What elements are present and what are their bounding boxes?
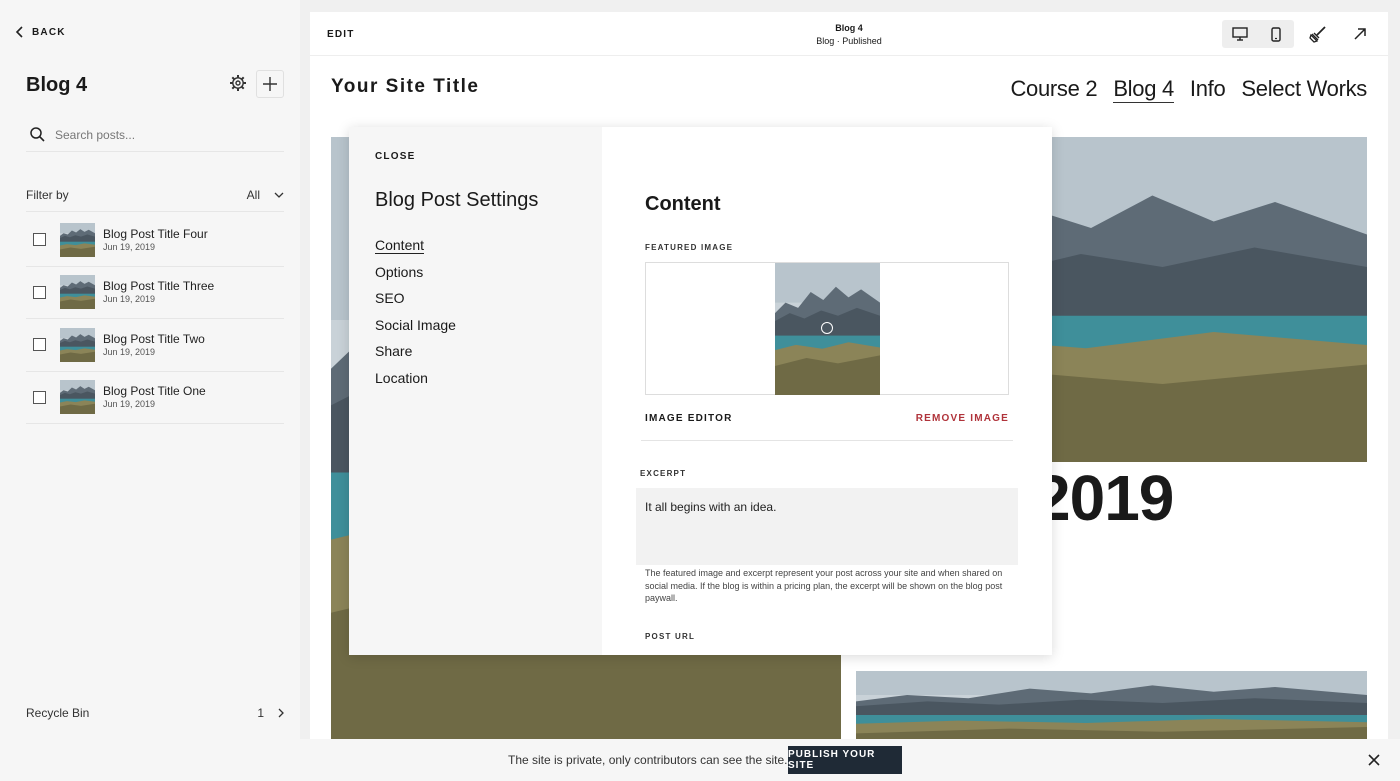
site-nav-info[interactable]: Info xyxy=(1190,76,1226,103)
settings-tab-label: SEO xyxy=(375,290,405,307)
filter-value: All xyxy=(246,187,260,202)
chevron-left-icon xyxy=(15,26,23,38)
device-toggle xyxy=(1222,20,1294,48)
remove-image-button[interactable]: REMOVE IMAGE xyxy=(916,413,1009,424)
back-label: BACK xyxy=(32,26,66,38)
focal-point-handle[interactable] xyxy=(821,322,833,334)
post-checkbox[interactable] xyxy=(33,338,46,352)
mobile-view-button[interactable] xyxy=(1258,20,1294,48)
add-post-button[interactable] xyxy=(256,70,284,98)
post-date: Jun 19, 2019 xyxy=(103,346,156,357)
excerpt-label: EXCERPT xyxy=(640,469,687,478)
mobile-icon xyxy=(1271,26,1281,42)
gear-icon[interactable] xyxy=(229,74,247,92)
post-title: Blog Post Title Three xyxy=(103,279,215,294)
content-panel: Content FEATURED IMAGE IMAGE EDITOR REMO… xyxy=(602,127,1052,655)
settings-tab-social-image[interactable]: Social Image xyxy=(375,317,456,344)
editor-topbar: EDIT Blog 4 Blog · Published xyxy=(310,12,1388,56)
post-thumbnail xyxy=(60,222,95,257)
desktop-view-button[interactable] xyxy=(1222,20,1258,48)
content-heading: Content xyxy=(645,193,721,215)
filter-label: Filter by xyxy=(26,187,69,202)
settings-tab-location[interactable]: Location xyxy=(375,370,456,397)
settings-tab-label: Location xyxy=(375,369,428,386)
post-date-heading: 2019 xyxy=(1035,462,1174,534)
list-item[interactable]: Blog Post Title Three Jun 19, 2019 xyxy=(26,267,284,319)
list-item[interactable]: Blog Post Title Two Jun 19, 2019 xyxy=(26,319,284,372)
settings-tab-content[interactable]: Content xyxy=(375,237,456,264)
site-nav-select-works[interactable]: Select Works xyxy=(1241,76,1367,103)
post-date: Jun 19, 2019 xyxy=(103,241,156,252)
post-thumbnail xyxy=(60,380,95,415)
list-item[interactable]: Blog Post Title Four Jun 19, 2019 xyxy=(26,214,284,267)
post-list: Blog Post Title Four Jun 19, 2019 Blog Po… xyxy=(26,214,284,424)
search-icon xyxy=(30,127,45,142)
settings-tab-label: Share xyxy=(375,343,413,360)
excerpt-field[interactable]: It all begins with an idea. xyxy=(636,488,1018,565)
site-title[interactable]: Your Site Title xyxy=(331,76,480,98)
publish-site-button[interactable]: PUBLISH YOUR SITE xyxy=(788,746,902,774)
settings-tab-label: Options xyxy=(375,263,424,280)
dialog-title: Blog Post Settings xyxy=(375,189,539,211)
recycle-bin-row[interactable]: Recycle Bin 1 xyxy=(26,706,284,720)
chevron-down-icon xyxy=(274,192,284,198)
post-thumbnail xyxy=(60,327,95,362)
desktop-icon xyxy=(1232,27,1248,41)
featured-image xyxy=(775,263,880,395)
post-url-label: POST URL xyxy=(645,632,696,641)
post-checkbox[interactable] xyxy=(33,233,46,247)
recycle-bin-count: 1 xyxy=(257,706,264,720)
site-nav-blog-4[interactable]: Blog 4 xyxy=(1113,76,1174,103)
close-icon[interactable] xyxy=(1366,752,1382,768)
filter-select[interactable]: All xyxy=(247,188,284,202)
post-date: Jun 19, 2019 xyxy=(103,399,156,410)
preview-image-bottom xyxy=(856,671,1367,739)
post-title: Blog Post Title One xyxy=(103,384,206,399)
settings-nav-panel: CLOSE Blog Post Settings Content Options… xyxy=(349,127,602,655)
settings-tab-label: Content xyxy=(375,237,425,254)
post-list-sidebar: BACK Blog 4 Filter by All Blog Post Titl… xyxy=(0,0,300,781)
recycle-bin-label: Recycle Bin xyxy=(26,706,90,720)
chevron-right-icon xyxy=(278,708,284,718)
expand-preview-button[interactable] xyxy=(1342,20,1378,48)
site-styles-button[interactable] xyxy=(1300,20,1336,48)
post-checkbox[interactable] xyxy=(33,390,46,404)
settings-tab-share[interactable]: Share xyxy=(375,343,456,370)
publish-banner: The site is private, only contributors c… xyxy=(0,739,1400,781)
filter-row: Filter by All xyxy=(26,182,284,212)
post-date: Jun 19, 2019 xyxy=(103,294,156,305)
paintbrush-icon xyxy=(1309,26,1326,43)
site-nav-course-2[interactable]: Course 2 xyxy=(1010,76,1097,103)
arrow-up-right-icon xyxy=(1354,28,1366,40)
plus-icon xyxy=(263,77,277,91)
view-tools xyxy=(1222,20,1378,48)
settings-nav: Content Options SEO Social Image Share L… xyxy=(375,237,456,397)
featured-image-field[interactable] xyxy=(645,262,1009,395)
list-item[interactable]: Blog Post Title One Jun 19, 2019 xyxy=(26,372,284,424)
post-title: Blog Post Title Two xyxy=(103,331,205,346)
post-thumbnail xyxy=(60,275,95,310)
image-editor-button[interactable]: IMAGE EDITOR xyxy=(645,413,733,424)
featured-image-label: FEATURED IMAGE xyxy=(645,243,734,252)
search-input[interactable] xyxy=(55,127,255,142)
settings-tab-seo[interactable]: SEO xyxy=(375,290,456,317)
close-button[interactable]: CLOSE xyxy=(375,151,415,162)
back-button[interactable]: BACK xyxy=(14,26,66,38)
settings-tab-label: Social Image xyxy=(375,316,456,333)
post-checkbox[interactable] xyxy=(33,285,46,299)
excerpt-help-text: The featured image and excerpt represent… xyxy=(645,568,1003,603)
post-title: Blog Post Title Four xyxy=(103,226,208,241)
settings-tab-options[interactable]: Options xyxy=(375,264,456,291)
search-bar xyxy=(26,118,284,152)
private-site-notice: The site is private, only contributors c… xyxy=(508,753,788,767)
blog-post-settings-dialog: CLOSE Blog Post Settings Content Options… xyxy=(349,127,1052,655)
divider xyxy=(641,440,1013,441)
collection-title: Blog 4 xyxy=(26,74,88,96)
site-navigation: Course 2 Blog 4 Info Select Works xyxy=(1010,76,1367,103)
